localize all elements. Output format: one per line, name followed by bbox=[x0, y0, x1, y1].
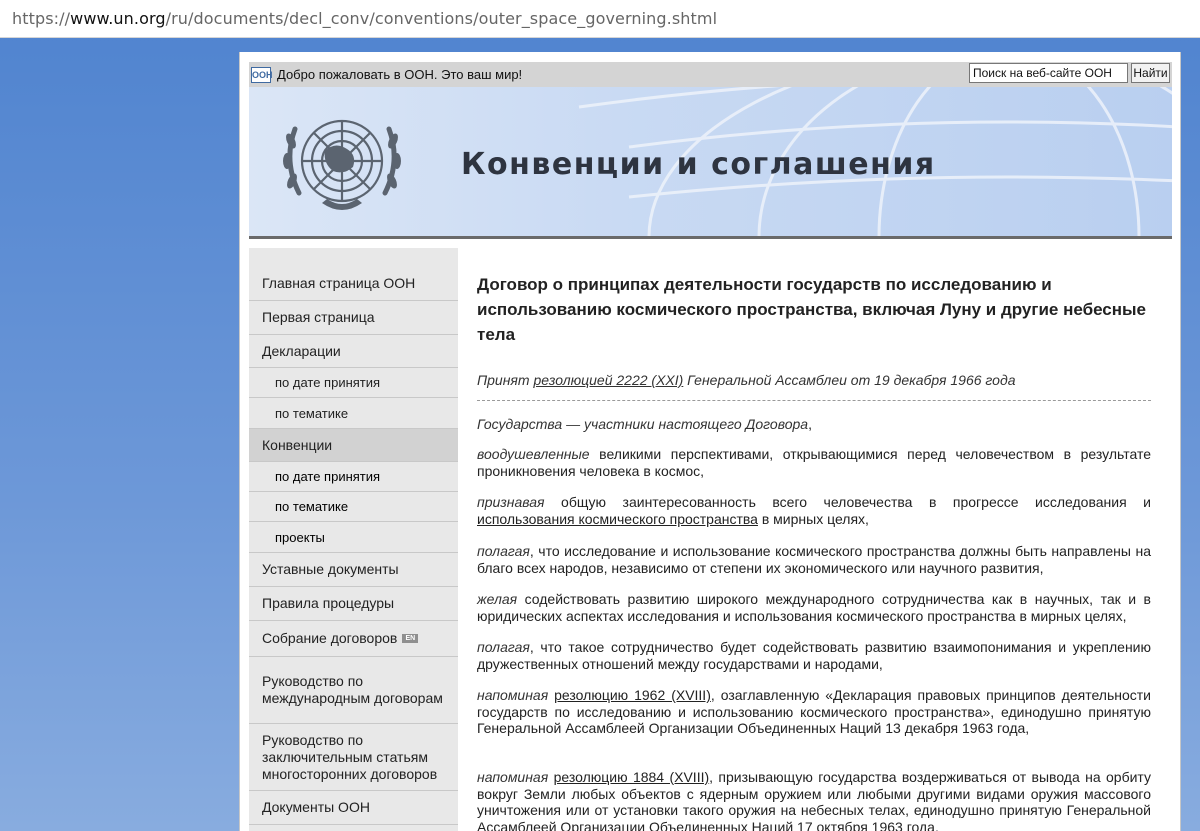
preamble-paragraph: напоминая резолюцию 1962 (XVIII), озагла… bbox=[477, 687, 1151, 737]
preamble-paragraph: напоминая резолюцию 1884 (XVIII), призыв… bbox=[477, 769, 1151, 831]
sidebar-item-first-page[interactable]: Первая страница bbox=[249, 301, 458, 335]
sidebar-item-treaty-collection[interactable]: Собрание договоров EN bbox=[249, 621, 458, 657]
sidebar-item-label: по тематике bbox=[275, 405, 349, 421]
preamble-paragraph: Государства — участники настоящего Догов… bbox=[477, 416, 1151, 433]
sidebar-item-label: проекты bbox=[275, 529, 325, 545]
paragraph-text: , bbox=[808, 416, 812, 432]
sidebar-item-un-documents[interactable]: Документы ООН bbox=[249, 791, 458, 825]
sidebar-nav: Главная страница ООН Первая страница Дек… bbox=[249, 248, 458, 831]
sidebar-item-declarations-by-topic[interactable]: по тематике bbox=[249, 398, 458, 429]
address-bar[interactable]: https://www.un.org/ru/documents/decl_con… bbox=[0, 0, 1200, 38]
sidebar-item-conventions-by-date[interactable]: по дате принятия bbox=[249, 462, 458, 492]
search-button[interactable]: Найти bbox=[1131, 63, 1170, 83]
paragraph-lead: полагая bbox=[477, 639, 530, 655]
page-container: ООН Добро пожаловать в ООН. Это ваш мир!… bbox=[239, 52, 1181, 831]
sidebar-item-rules-of-procedure[interactable]: Правила процедуры bbox=[249, 587, 458, 621]
paragraph-text: в мирных целях, bbox=[757, 510, 869, 527]
resolution-1962-link[interactable]: резолюцию 1962 (XVIII) bbox=[554, 687, 711, 703]
url-host: www.un.org bbox=[70, 9, 166, 28]
sidebar-item-label: Декларации bbox=[262, 342, 341, 359]
paragraph-lead: желая bbox=[477, 591, 518, 607]
adoption-suffix: Генеральной Ассамблеи от 19 декабря 1966… bbox=[683, 372, 1016, 388]
preamble-paragraph: полагая, что исследование и использовани… bbox=[477, 543, 1151, 576]
sidebar-item-conventions[interactable]: Конвенции bbox=[249, 429, 458, 462]
sidebar-item-label: по дате принятия bbox=[275, 469, 381, 484]
sidebar-item-declarations[interactable]: Декларации bbox=[249, 335, 458, 368]
paragraph-text: , что такое сотрудничество будет содейст… bbox=[477, 639, 1151, 672]
sidebar-item-label: Главная страница ООН bbox=[262, 275, 416, 291]
sidebar-item-label: по тематике bbox=[275, 499, 349, 514]
sidebar-item-conventions-drafts[interactable]: проекты bbox=[249, 522, 458, 553]
sidebar-item-conventions-by-topic[interactable]: по тематике bbox=[249, 492, 458, 522]
sidebar-item-label: Конвенции bbox=[262, 436, 333, 453]
paragraph-lead: Государства — участники настоящего Догов… bbox=[477, 416, 809, 432]
preamble-paragraph: полагая, что такое сотрудничество будет … bbox=[477, 639, 1151, 672]
url-scheme: https:// bbox=[12, 9, 71, 28]
main-content: Договор о принципах деятельности государ… bbox=[477, 272, 1151, 401]
sidebar-item-label: Документы ООН bbox=[262, 799, 370, 815]
url-path: /ru/documents/decl_conv/conventions/oute… bbox=[165, 9, 718, 28]
resolution-2222-link[interactable]: резолюцией 2222 (XXI) bbox=[533, 372, 683, 388]
sidebar-item-label: Руководство по международным договорам bbox=[262, 673, 443, 706]
paragraph-lead: полагая bbox=[477, 543, 530, 559]
dashed-divider bbox=[477, 400, 1151, 401]
adoption-prefix: Принят bbox=[477, 372, 534, 388]
top-bar: ООН Добро пожаловать в ООН. Это ваш мир!… bbox=[249, 62, 1172, 87]
preamble-paragraph: воодушевленные великими перспективами, о… bbox=[477, 446, 1151, 479]
preamble-paragraph: признавая общую заинтересованность всего… bbox=[477, 494, 1151, 527]
sidebar-item-label: Собрание договоров bbox=[262, 630, 398, 646]
site-search-input[interactable] bbox=[969, 63, 1128, 83]
sidebar-item-label: Правила процедуры bbox=[262, 595, 395, 611]
paragraph-lead: напоминая bbox=[477, 687, 549, 703]
welcome-text: Добро пожаловать в ООН. Это ваш мир! bbox=[277, 67, 523, 82]
sidebar-item-declarations-by-date[interactable]: по дате принятия bbox=[249, 368, 458, 398]
paragraph-lead: напоминая bbox=[477, 769, 549, 785]
outer-space-use-link[interactable]: использования космического пространства bbox=[477, 511, 758, 527]
sidebar-item-label: по дате принятия bbox=[275, 375, 381, 390]
paragraph-text: , что исследование и использование косми… bbox=[477, 543, 1151, 576]
sidebar-item-un-home[interactable]: Главная страница ООН bbox=[249, 267, 458, 301]
header-banner: Конвенции и соглашения bbox=[249, 87, 1172, 239]
sidebar-item-treaty-handbook[interactable]: Руководство по международным договорам bbox=[249, 657, 458, 724]
sidebar-item-label: Первая страница bbox=[262, 309, 375, 325]
paragraph-lead: признавая bbox=[477, 494, 545, 510]
paragraph-text: общую заинтересованность всего человечес… bbox=[544, 494, 1151, 510]
resolution-1884-link[interactable]: резолюцию 1884 (XVIII) bbox=[554, 769, 710, 785]
paragraph-lead: воодушевленные bbox=[477, 446, 590, 462]
sidebar-item-label: Уставные документы bbox=[262, 561, 399, 577]
sidebar-item-label: Руководство по заключительным статьям мн… bbox=[262, 731, 438, 782]
banner-title: Конвенции и соглашения bbox=[461, 147, 936, 182]
un-emblem-icon bbox=[283, 119, 401, 210]
paragraph-text: содействовать развитию широкого междунар… bbox=[477, 591, 1151, 624]
document-title: Договор о принципах деятельности государ… bbox=[477, 275, 1147, 344]
un-small-logo[interactable]: ООН bbox=[251, 66, 273, 83]
preamble-paragraph: желая содействовать развитию широкого ме… bbox=[477, 591, 1151, 624]
sidebar-item-charter-documents[interactable]: Уставные документы bbox=[249, 553, 458, 587]
english-badge-icon: EN bbox=[402, 634, 419, 643]
adoption-note: Принят резолюцией 2222 (XXI) Генеральной… bbox=[477, 371, 1151, 389]
sidebar-item-final-clauses-handbook[interactable]: Руководство по заключительным статьям мн… bbox=[249, 724, 458, 791]
